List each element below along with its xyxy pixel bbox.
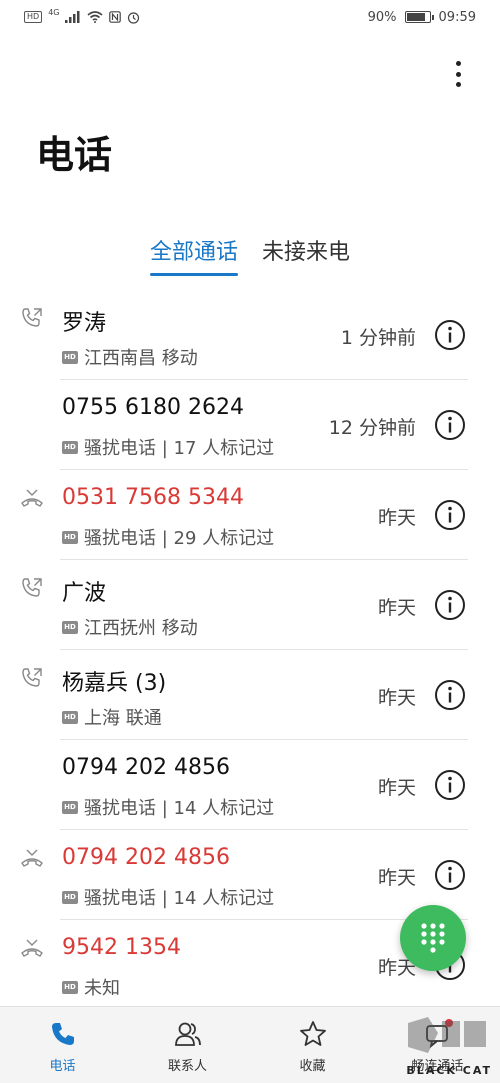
info-icon[interactable] xyxy=(434,499,466,531)
status-time: 09:59 xyxy=(438,9,476,25)
hd-call-badge: HD xyxy=(62,800,78,814)
call-time: 昨天 xyxy=(377,867,416,889)
alarm-icon xyxy=(128,11,140,24)
nav-favorites-label: 收藏 xyxy=(299,1059,326,1074)
caller-name: 0531 7568 5344 xyxy=(62,485,244,510)
caller-location: 未知 xyxy=(84,978,120,999)
watermark-text: BLACK CAT xyxy=(406,1064,492,1077)
hd-call-badge: HD xyxy=(62,350,78,364)
battery-percent: 90% xyxy=(367,9,397,25)
call-log-row[interactable]: 0755 6180 2624 HD 骚扰电话 | 17 人标记过 12 分钟前 xyxy=(0,380,500,470)
outgoing-call-icon xyxy=(20,306,44,330)
outgoing-call-icon xyxy=(20,576,44,600)
caller-name: 0794 202 4856 xyxy=(62,755,230,780)
nav-phone-label: 电话 xyxy=(49,1059,76,1074)
caller-name: 杨嘉兵 (3) xyxy=(62,671,167,696)
hd-network-badge: HD xyxy=(24,11,43,23)
caller-name: 9542 1354 xyxy=(62,935,181,960)
status-right: 90% 09:59 xyxy=(368,10,476,25)
network-type-label: 4G xyxy=(48,7,60,17)
hd-call-badge: HD xyxy=(62,440,78,454)
phone-icon xyxy=(51,1023,74,1045)
signal-icon xyxy=(65,11,80,23)
caller-location: 骚扰电话 | 14 人标记过 xyxy=(84,888,275,909)
status-left: HD 4G xyxy=(24,7,140,24)
missed-call-icon xyxy=(20,846,44,870)
nav-contacts[interactable]: 联系人 xyxy=(125,1007,250,1083)
dialpad-icon xyxy=(421,923,445,953)
caller-location: 上海 联通 xyxy=(84,708,162,729)
caller-location: 骚扰电话 | 29 人标记过 xyxy=(84,528,275,549)
caller-location: 江西南昌 移动 xyxy=(84,348,198,369)
caller-location: 江西抚州 移动 xyxy=(84,618,198,639)
call-time: 昨天 xyxy=(377,777,416,799)
hd-call-badge: HD xyxy=(62,530,78,544)
dialpad-button[interactable] xyxy=(400,905,466,971)
call-detail: HD 江西抚州 移动 xyxy=(62,614,198,640)
call-detail: HD 骚扰电话 | 17 人标记过 xyxy=(62,434,274,460)
hd-call-badge: HD xyxy=(62,620,78,634)
dot xyxy=(455,82,461,87)
missed-call-icon xyxy=(20,936,44,960)
call-detail: HD 上海 联通 xyxy=(62,704,162,730)
call-detail: HD 江西南昌 移动 xyxy=(62,344,198,370)
call-log-row[interactable]: 0794 202 4856 HD 骚扰电话 | 14 人标记过 昨天 xyxy=(0,740,500,830)
caller-location: 骚扰电话 | 14 人标记过 xyxy=(84,798,275,819)
info-icon[interactable] xyxy=(434,589,466,621)
call-log-row[interactable]: 杨嘉兵 (3) HD 上海 联通 昨天 xyxy=(0,650,500,740)
tab-missed-calls[interactable]: 未接来电 xyxy=(262,234,350,276)
call-log-row[interactable]: 罗涛 HD 江西南昌 移动 1 分钟前 xyxy=(0,290,500,380)
call-time: 昨天 xyxy=(377,507,416,529)
dot xyxy=(455,71,461,77)
more-options-button[interactable] xyxy=(446,58,470,90)
call-detail: HD 骚扰电话 | 14 人标记过 xyxy=(62,884,274,910)
battery-fill xyxy=(406,13,426,21)
battery-icon xyxy=(404,11,434,23)
caller-name: 罗涛 xyxy=(62,311,107,336)
star-icon xyxy=(299,1021,326,1046)
caller-name: 0755 6180 2624 xyxy=(62,395,244,420)
tab-bar: 全部通话 未接来电 xyxy=(0,234,500,276)
call-time: 12 分钟前 xyxy=(328,417,416,439)
contacts-icon xyxy=(174,1022,201,1046)
nav-contacts-label: 联系人 xyxy=(167,1059,207,1074)
missed-call-icon xyxy=(20,486,44,510)
call-detail: HD 骚扰电话 | 14 人标记过 xyxy=(62,794,274,820)
nav-phone[interactable]: 电话 xyxy=(0,1007,125,1083)
caller-location: 骚扰电话 | 17 人标记过 xyxy=(84,438,275,459)
call-log-list: 罗涛 HD 江西南昌 移动 1 分钟前 0755 6180 2624 HD 骚扰… xyxy=(0,290,500,1010)
call-log-row[interactable]: 广波 HD 江西抚州 移动 昨天 xyxy=(0,560,500,650)
info-icon[interactable] xyxy=(434,679,466,711)
call-time: 昨天 xyxy=(377,687,416,709)
call-detail: HD 未知 xyxy=(62,974,120,1000)
call-log-row[interactable]: 0531 7568 5344 HD 骚扰电话 | 29 人标记过 昨天 xyxy=(0,470,500,560)
call-time: 1 分钟前 xyxy=(340,327,416,349)
wifi-icon xyxy=(87,11,104,23)
call-time: 昨天 xyxy=(377,597,416,619)
hd-call-badge: HD xyxy=(62,980,78,994)
caller-name: 广波 xyxy=(62,581,107,606)
dot xyxy=(455,61,461,66)
info-icon[interactable] xyxy=(434,409,466,441)
page-title: 电话 xyxy=(36,133,113,177)
nfc-icon xyxy=(109,11,122,23)
info-icon[interactable] xyxy=(434,319,466,351)
status-bar: HD 4G 90% 09:59 xyxy=(0,0,500,34)
outgoing-call-icon xyxy=(20,666,44,690)
tab-all-calls[interactable]: 全部通话 xyxy=(149,234,239,276)
caller-name: 0794 202 4856 xyxy=(62,845,230,870)
info-icon[interactable] xyxy=(434,769,466,801)
hd-call-badge: HD xyxy=(62,890,78,904)
nav-favorites[interactable]: 收藏 xyxy=(250,1007,375,1083)
hd-call-badge: HD xyxy=(62,710,78,724)
call-detail: HD 骚扰电话 | 29 人标记过 xyxy=(62,524,274,550)
info-icon[interactable] xyxy=(434,859,466,891)
